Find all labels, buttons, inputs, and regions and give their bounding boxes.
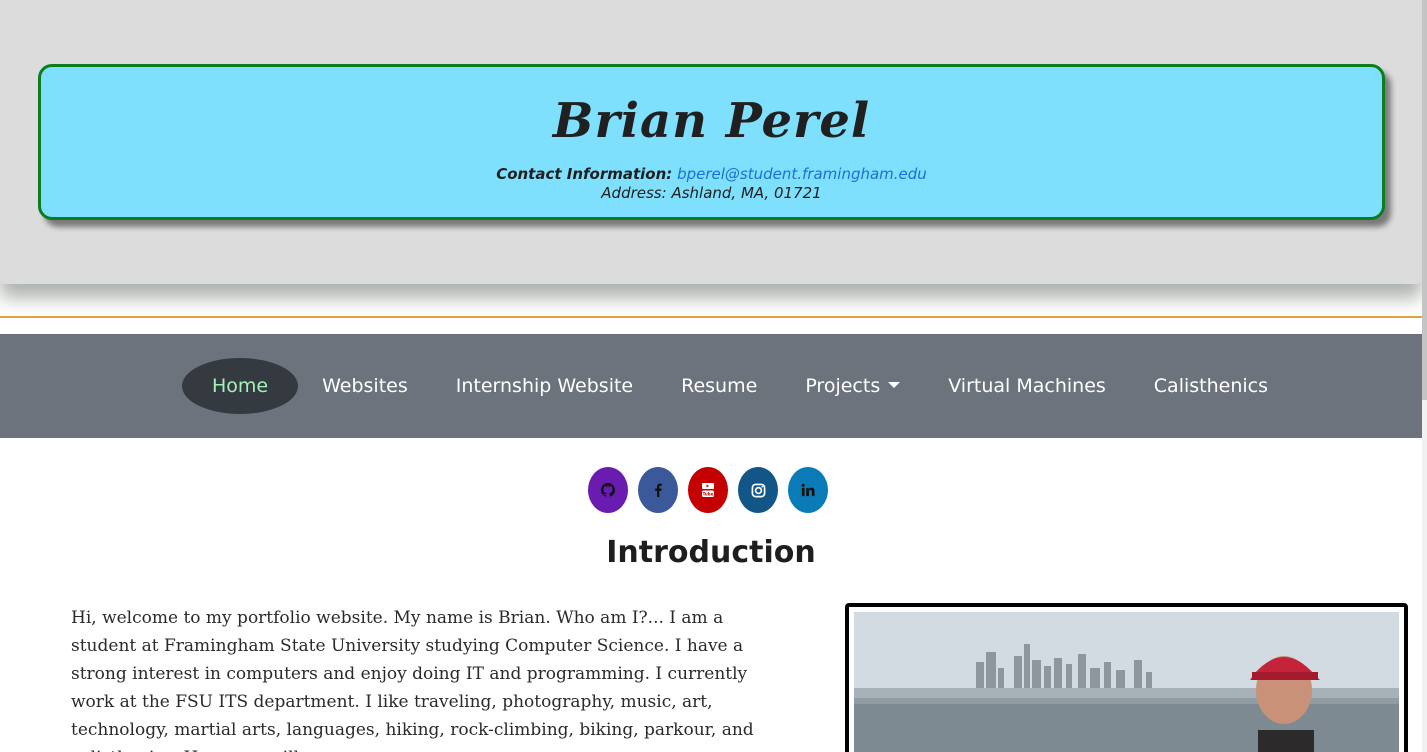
contact-info: Contact Information: bperel@student.fram… <box>41 165 1382 183</box>
nav-item-projects-dropdown[interactable]: Projects <box>781 358 924 414</box>
nav-item-internship-website[interactable]: Internship Website <box>432 358 657 414</box>
email-link[interactable]: bperel@student.framingham.edu <box>677 165 927 183</box>
youtube-icon: Tube <box>701 482 715 498</box>
linkedin-link[interactable] <box>788 467 828 513</box>
scrollbar-thumb[interactable] <box>1422 0 1427 400</box>
instagram-link[interactable] <box>738 467 778 513</box>
site-owner-name: Brian Perel <box>552 93 871 149</box>
instagram-icon <box>751 483 766 498</box>
contact-label: Contact Information: <box>496 165 673 183</box>
github-icon <box>601 483 615 497</box>
nav-item-projects-label: Projects <box>805 375 881 397</box>
social-links: Tube <box>588 467 828 513</box>
main-navbar: Home Websites Internship Website Resume … <box>0 334 1422 438</box>
scrollbar[interactable] <box>1422 0 1427 752</box>
divider-line <box>0 316 1422 318</box>
nav-item-calisthenics[interactable]: Calisthenics <box>1130 358 1292 414</box>
profile-photo-frame <box>845 603 1408 752</box>
linkedin-icon <box>801 483 815 497</box>
intro-paragraph: Hi, welcome to my portfolio website. My … <box>71 608 754 752</box>
facebook-icon <box>651 483 665 497</box>
caret-down-icon <box>888 381 901 388</box>
nav-item-websites[interactable]: Websites <box>298 358 432 414</box>
address-text: Address: Ashland, MA, 01721 <box>601 184 822 202</box>
section-title: Introduction <box>606 535 816 570</box>
header-section: Brian Perel Contact Information: bperel@… <box>0 0 1422 284</box>
youtube-link[interactable]: Tube <box>688 467 728 513</box>
github-link[interactable] <box>588 467 628 513</box>
nav-menu: Home Websites Internship Website Resume … <box>182 358 1292 414</box>
nav-item-virtual-machines[interactable]: Virtual Machines <box>924 358 1130 414</box>
nav-item-resume[interactable]: Resume <box>657 358 781 414</box>
svg-text:Tube: Tube <box>703 492 714 497</box>
profile-photo <box>854 612 1399 752</box>
nav-item-home[interactable]: Home <box>182 358 299 414</box>
facebook-link[interactable] <box>638 467 678 513</box>
header-card: Brian Perel Contact Information: bperel@… <box>38 64 1385 220</box>
